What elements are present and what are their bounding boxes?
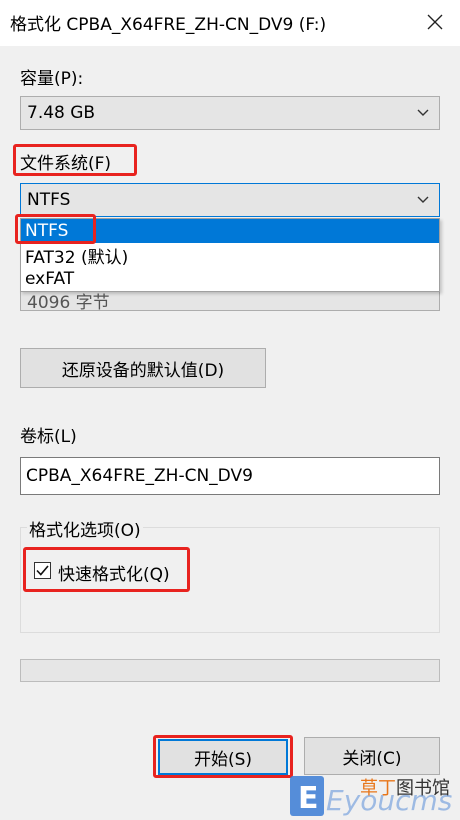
svg-text:E: E	[298, 781, 319, 816]
watermark-site-a: 草丁	[360, 778, 396, 799]
watermark-site-b: 图书馆	[396, 778, 450, 799]
filesystem-value: NTFS	[27, 190, 71, 210]
capacity-label: 容量(P):	[20, 69, 84, 89]
watermark: E Eyoucms 草丁图书馆	[290, 770, 460, 820]
filesystem-option-exfat[interactable]: exFAT	[21, 267, 439, 291]
capacity-value: 7.48 GB	[27, 103, 96, 123]
quick-format-label[interactable]: 快速格式化(Q)	[58, 560, 170, 585]
volume-label: 卷标(L)	[20, 427, 77, 447]
filesystem-select[interactable]: NTFS	[20, 183, 440, 217]
close-button[interactable]	[418, 6, 452, 38]
progress-bar	[20, 659, 440, 682]
check-icon	[36, 565, 49, 576]
capacity-select[interactable]: 7.48 GB	[20, 96, 440, 130]
title-bar: 格式化 CPBA_X64FRE_ZH-CN_DV9 (F:)	[0, 0, 460, 46]
format-options-label: 格式化选项(O)	[27, 516, 143, 541]
start-button[interactable]: 开始(S)	[158, 739, 288, 775]
restore-defaults-button[interactable]: 还原设备的默认值(D)	[20, 348, 266, 388]
watermark-site-name: 草丁图书馆	[360, 774, 450, 800]
quick-format-checkbox[interactable]	[34, 562, 51, 579]
window-title: 格式化 CPBA_X64FRE_ZH-CN_DV9 (F:)	[10, 15, 327, 35]
chevron-down-icon	[417, 196, 429, 203]
ntfs-option-highlight	[15, 214, 96, 244]
volume-label-input[interactable]: CPBA_X64FRE_ZH-CN_DV9	[20, 457, 440, 495]
chevron-down-icon	[417, 109, 429, 116]
close-icon	[427, 14, 443, 30]
filesystem-label: 文件系统(F)	[20, 154, 112, 174]
filesystem-option-fat32[interactable]: FAT32 (默认)	[21, 243, 439, 268]
